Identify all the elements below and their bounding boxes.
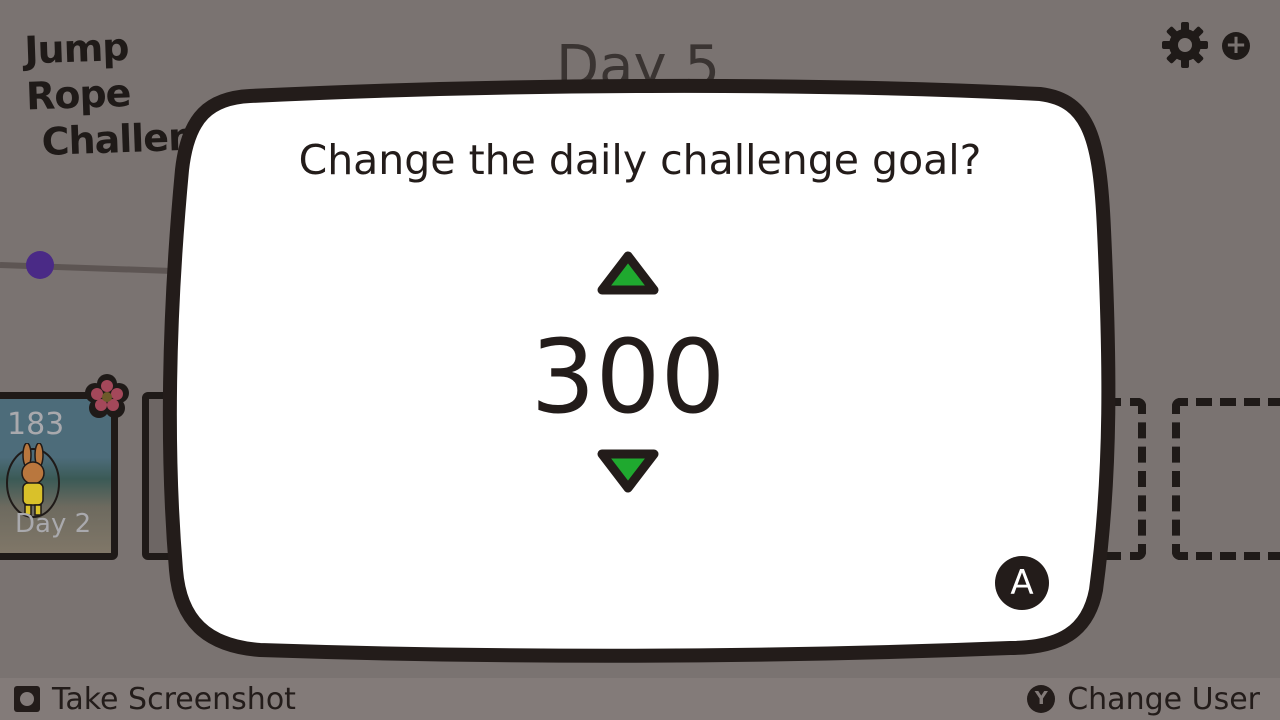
change-user-button[interactable]: Y Change User [1027,680,1260,718]
decrease-arrow-button[interactable] [596,446,660,494]
footer-bar: Take Screenshot Y Change User [0,678,1280,720]
dialog-title: Change the daily challenge goal? [298,136,982,184]
increase-arrow-button[interactable] [596,250,660,298]
capture-button-icon [14,686,40,712]
take-screenshot-button[interactable]: Take Screenshot [14,680,296,718]
take-screenshot-label: Take Screenshot [52,681,296,717]
game-screen: Jump Rope Challenge Day 5 + 183 Day 2 Ch… [0,0,1280,678]
y-button-icon: Y [1027,685,1056,713]
confirm-a-button[interactable]: A [995,556,1049,610]
change-user-label: Change User [1067,681,1260,717]
goal-value: 300 [530,318,726,437]
